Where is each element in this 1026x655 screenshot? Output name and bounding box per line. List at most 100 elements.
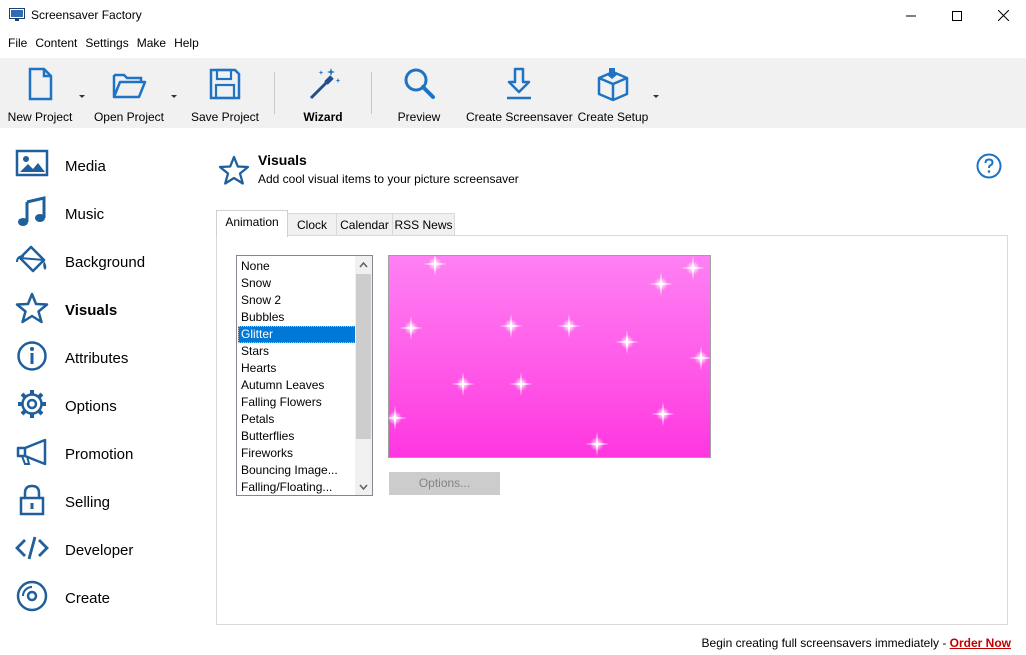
sparkle-icon — [686, 343, 710, 373]
list-scrollbar[interactable] — [355, 256, 372, 495]
list-item[interactable]: Hearts — [238, 360, 356, 377]
create-setup-button[interactable]: Create Setup — [574, 58, 652, 128]
menu-make[interactable]: Make — [133, 33, 170, 53]
code-icon — [14, 532, 50, 564]
star-icon — [14, 292, 50, 324]
save-disk-icon — [207, 66, 243, 102]
tab-rss-news[interactable]: RSS News — [392, 213, 455, 236]
scroll-up-icon[interactable] — [355, 256, 372, 273]
animation-list: None Snow Snow 2 Bubbles Glitter Stars H… — [238, 258, 356, 495]
maximize-button[interactable] — [934, 0, 980, 31]
sparkle-icon — [396, 313, 426, 343]
sparkle-icon — [506, 369, 536, 399]
list-item[interactable]: Snow — [238, 275, 356, 292]
tab-animation[interactable]: Animation — [216, 210, 288, 237]
sparkle-icon — [448, 369, 478, 399]
scroll-down-icon[interactable] — [355, 478, 372, 495]
sparkle-icon — [612, 327, 642, 357]
list-item[interactable]: Autumn Leaves — [238, 377, 356, 394]
new-file-icon — [22, 66, 58, 102]
save-project-button[interactable]: Save Project — [188, 58, 262, 128]
sparkle-icon — [389, 403, 410, 433]
paint-bucket-icon — [14, 244, 50, 276]
footer-promo: Begin creating full screensavers immedia… — [702, 636, 1011, 650]
sparkle-icon — [678, 256, 708, 283]
window-title: Screensaver Factory — [31, 8, 142, 22]
list-item[interactable]: Falling/Floating... — [238, 479, 356, 495]
lock-icon — [14, 484, 50, 516]
package-box-icon — [595, 66, 631, 102]
sidebar: Media Music Background Visuals Attribute… — [0, 140, 200, 620]
tab-clock[interactable]: Clock — [287, 213, 337, 236]
sparkle-icon — [554, 311, 584, 341]
minimize-button[interactable] — [888, 0, 934, 31]
sidebar-item-background[interactable]: Background — [14, 240, 200, 280]
sidebar-item-media[interactable]: Media — [14, 144, 200, 184]
list-item[interactable]: None — [238, 258, 356, 275]
magic-wand-icon — [305, 66, 341, 102]
close-button[interactable] — [980, 0, 1026, 31]
page-title: Visuals — [258, 152, 307, 168]
page-subtitle: Add cool visual items to your picture sc… — [258, 172, 519, 186]
sidebar-item-visuals[interactable]: Visuals — [14, 288, 200, 328]
menu-content[interactable]: Content — [31, 33, 81, 53]
download-arrow-icon — [501, 66, 537, 102]
disc-icon — [14, 580, 50, 612]
options-button[interactable]: Options... — [389, 472, 500, 495]
sidebar-item-create[interactable]: Create — [14, 576, 200, 616]
sidebar-item-selling[interactable]: Selling — [14, 480, 200, 520]
title-bar: Screensaver Factory — [0, 0, 1026, 31]
gear-icon — [14, 388, 50, 420]
sparkle-icon — [420, 256, 450, 279]
toolbar-separator — [274, 72, 275, 114]
list-item[interactable]: Bubbles — [238, 309, 356, 326]
menu-file[interactable]: File — [4, 33, 31, 53]
new-project-dropdown-icon[interactable] — [78, 89, 86, 98]
create-setup-dropdown-icon[interactable] — [652, 89, 660, 98]
sidebar-item-developer[interactable]: Developer — [14, 528, 200, 568]
music-note-icon — [14, 196, 50, 228]
list-item[interactable]: Fireworks — [238, 445, 356, 462]
info-icon — [14, 340, 50, 372]
footer-text: Begin creating full screensavers immedia… — [701, 636, 950, 650]
list-item[interactable]: Petals — [238, 411, 356, 428]
order-now-link[interactable]: Order Now — [950, 636, 1011, 650]
sidebar-item-options[interactable]: Options — [14, 384, 200, 424]
folder-open-icon — [111, 66, 147, 102]
list-item[interactable]: Stars — [238, 343, 356, 360]
tab-calendar[interactable]: Calendar — [336, 213, 393, 236]
wizard-button[interactable]: Wizard — [292, 58, 354, 128]
new-project-button[interactable]: New Project — [4, 58, 76, 128]
scrollbar-thumb[interactable] — [356, 274, 371, 439]
magnifier-icon — [401, 66, 437, 102]
megaphone-icon — [14, 436, 50, 468]
help-icon[interactable] — [976, 153, 1002, 179]
animation-preview — [388, 255, 711, 458]
menu-bar: File Content Settings Make Help — [0, 33, 203, 53]
sparkle-icon — [582, 429, 612, 457]
sparkle-icon — [646, 269, 676, 299]
list-item[interactable]: Bouncing Image... — [238, 462, 356, 479]
section-header: Visuals Add cool visual items to your pi… — [218, 150, 1008, 194]
animation-listbox[interactable]: None Snow Snow 2 Bubbles Glitter Stars H… — [236, 255, 373, 496]
app-icon — [9, 8, 25, 22]
menu-help[interactable]: Help — [170, 33, 203, 53]
sidebar-item-promotion[interactable]: Promotion — [14, 432, 200, 472]
sparkle-icon — [496, 311, 526, 341]
open-project-dropdown-icon[interactable] — [170, 89, 178, 98]
toolbar-separator — [371, 72, 372, 114]
open-project-button[interactable]: Open Project — [90, 58, 168, 128]
sidebar-item-music[interactable]: Music — [14, 192, 200, 232]
sidebar-item-attributes[interactable]: Attributes — [14, 336, 200, 376]
list-item[interactable]: Snow 2 — [238, 292, 356, 309]
toolbar: New Project Open Project Save Project Wi… — [0, 58, 1026, 128]
list-item[interactable]: Glitter — [238, 326, 356, 343]
list-item[interactable]: Falling Flowers — [238, 394, 356, 411]
menu-settings[interactable]: Settings — [81, 33, 132, 53]
image-icon — [14, 148, 50, 180]
create-screensaver-button[interactable]: Create Screensaver — [466, 58, 573, 128]
sparkle-icon — [648, 399, 678, 429]
star-icon — [218, 155, 250, 187]
preview-button[interactable]: Preview — [390, 58, 448, 128]
list-item[interactable]: Butterflies — [238, 428, 356, 445]
